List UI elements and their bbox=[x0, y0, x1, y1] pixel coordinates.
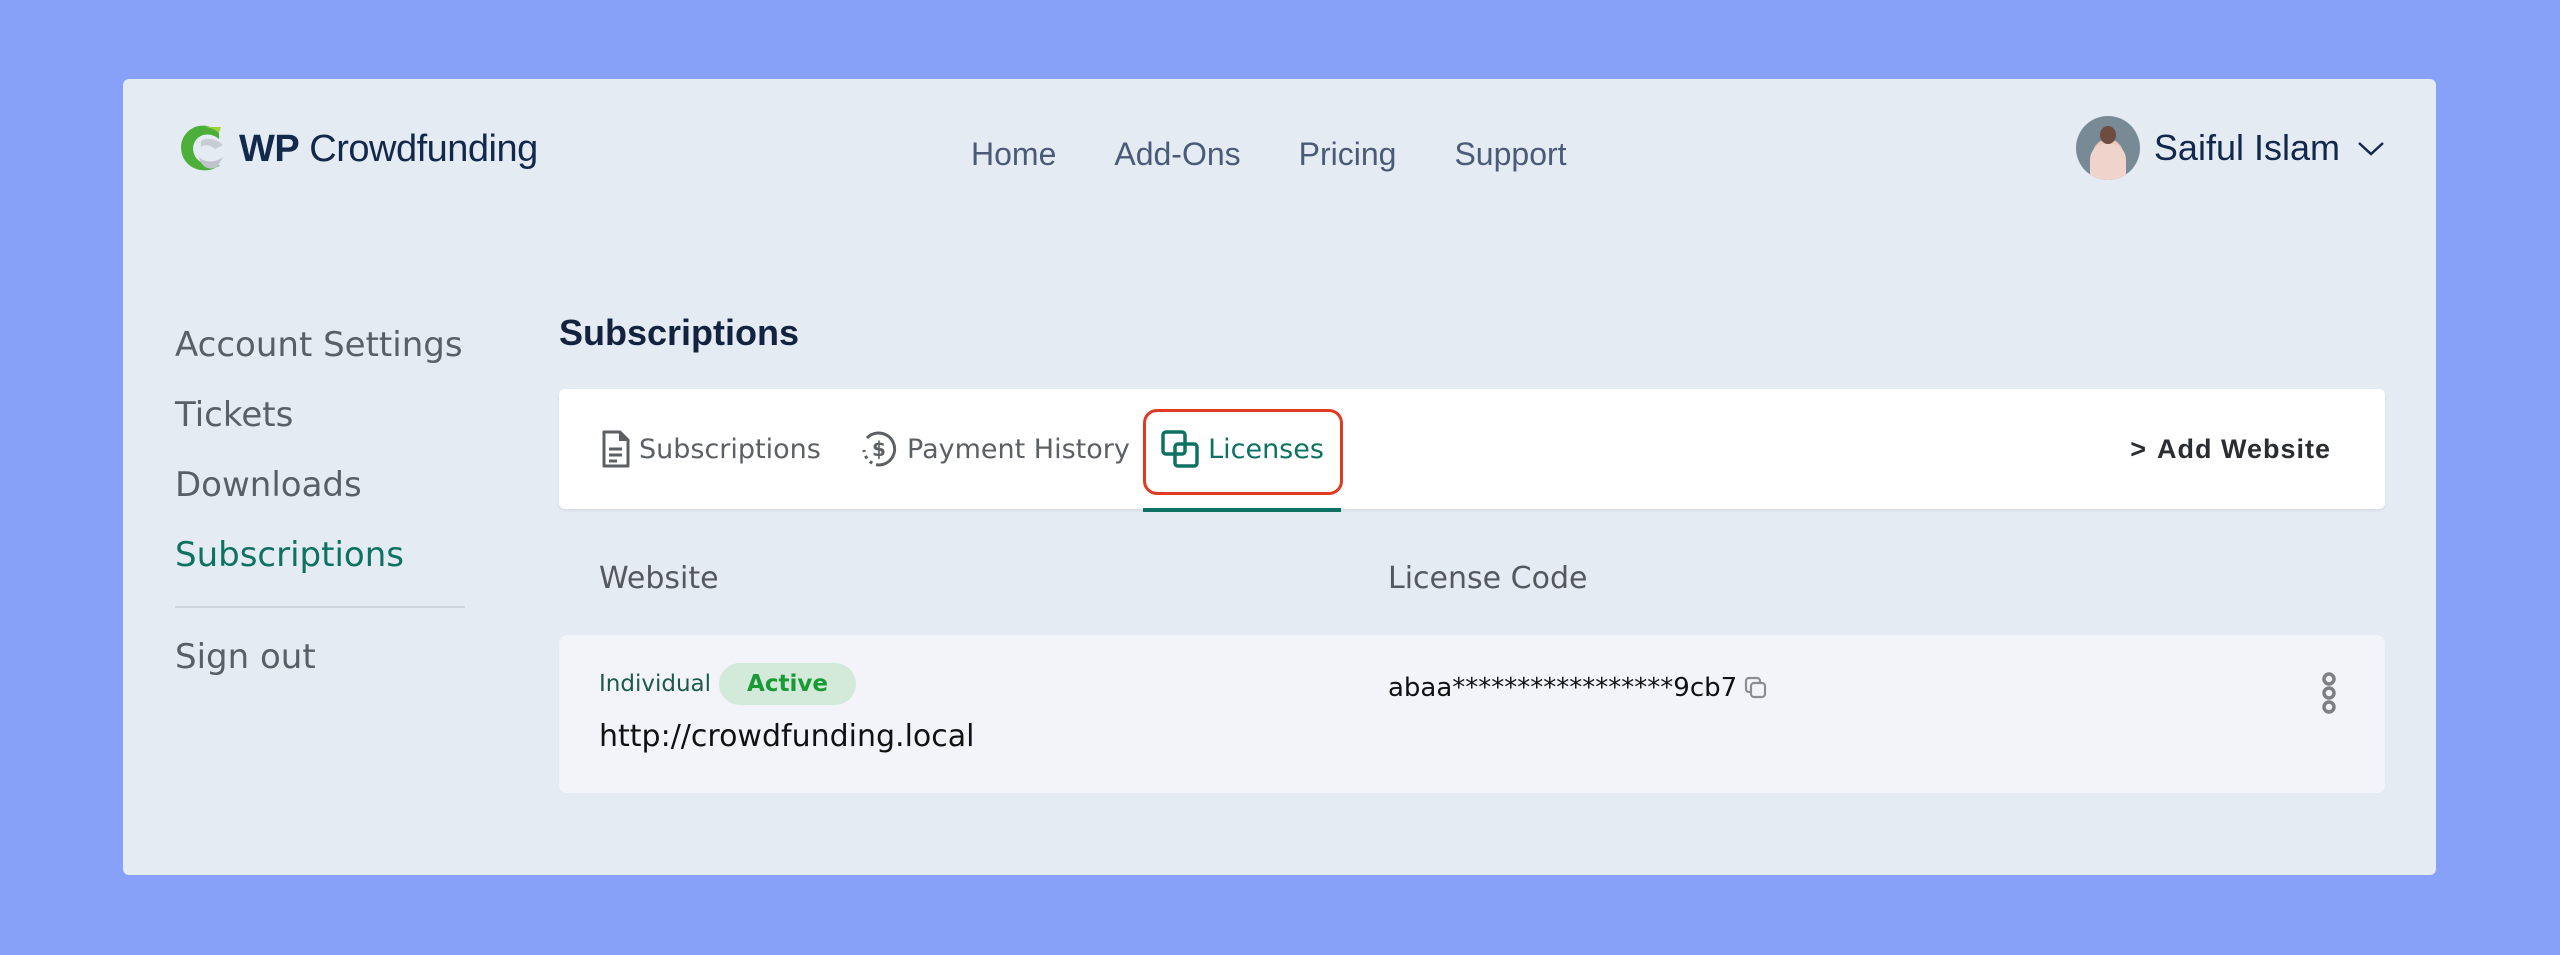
nav-add-ons[interactable]: Add-Ons bbox=[1114, 129, 1240, 179]
svg-text:$: $ bbox=[872, 437, 886, 461]
avatar bbox=[2075, 116, 2140, 180]
brand-logo[interactable]: WP Crowdfunding bbox=[175, 123, 538, 175]
brand-name: WP Crowdfunding bbox=[239, 127, 538, 170]
dollar-circle-icon: $ bbox=[862, 431, 897, 467]
sidebar-item-tickets[interactable]: Tickets bbox=[175, 380, 465, 450]
tab-licenses-label: Licenses bbox=[1208, 433, 1324, 465]
chevron-right-icon: > bbox=[2130, 433, 2147, 464]
page-title: Subscriptions bbox=[559, 312, 800, 353]
chevron-down-icon bbox=[2358, 142, 2384, 156]
sidebar-item-downloads[interactable]: Downloads bbox=[175, 450, 465, 520]
sidebar-item-subscriptions[interactable]: Subscriptions bbox=[175, 520, 465, 590]
license-row: Individual Active http://crowdfunding.lo… bbox=[559, 635, 2385, 793]
plan-type: Individual bbox=[599, 671, 712, 697]
user-name: Saiful Islam bbox=[2153, 127, 2340, 168]
licenses-icon bbox=[1161, 430, 1199, 468]
more-options-icon[interactable] bbox=[2319, 671, 2339, 719]
tab-bar: Subscriptions $ Payment History Licenses… bbox=[559, 389, 2385, 512]
add-website-button[interactable]: > Add Website bbox=[2130, 389, 2331, 509]
nav-pricing[interactable]: Pricing bbox=[1299, 129, 1397, 179]
nav-home[interactable]: Home bbox=[971, 129, 1056, 179]
tab-payment-history-label: Payment History bbox=[907, 433, 1130, 465]
user-menu[interactable]: Saiful Islam bbox=[2075, 116, 2386, 180]
sign-out-link[interactable]: Sign out bbox=[175, 622, 465, 692]
column-header-license-code: License Code bbox=[1388, 561, 1588, 596]
active-tab-indicator bbox=[1143, 508, 1341, 512]
sidebar-item-account-settings[interactable]: Account Settings bbox=[175, 310, 465, 380]
license-code-value: abaa*****************9cb7 bbox=[1388, 673, 1738, 703]
nav-support[interactable]: Support bbox=[1454, 129, 1566, 179]
main-nav: Home Add-Ons Pricing Support bbox=[971, 129, 1625, 179]
sidebar-divider bbox=[175, 606, 465, 608]
column-header-website: Website bbox=[599, 561, 719, 596]
license-code: abaa*****************9cb7 bbox=[1388, 673, 1769, 703]
document-icon bbox=[602, 430, 630, 468]
sidebar: Account Settings Tickets Downloads Subsc… bbox=[175, 310, 465, 692]
tab-subscriptions-label: Subscriptions bbox=[639, 433, 821, 465]
website-url: http://crowdfunding.local bbox=[599, 719, 975, 754]
plan-info: Individual Active bbox=[599, 663, 856, 705]
account-panel: WP Crowdfunding Home Add-Ons Pricing Sup… bbox=[123, 79, 2436, 875]
add-website-label: Add Website bbox=[2156, 433, 2331, 464]
tab-subscriptions[interactable]: Subscriptions bbox=[601, 389, 821, 509]
tab-licenses[interactable]: Licenses bbox=[1143, 389, 1343, 512]
crowdfunding-logo-icon bbox=[181, 125, 223, 171]
tab-payment-history[interactable]: $ Payment History bbox=[859, 389, 1130, 509]
copy-icon[interactable] bbox=[1743, 675, 1769, 701]
status-badge: Active bbox=[719, 663, 856, 705]
